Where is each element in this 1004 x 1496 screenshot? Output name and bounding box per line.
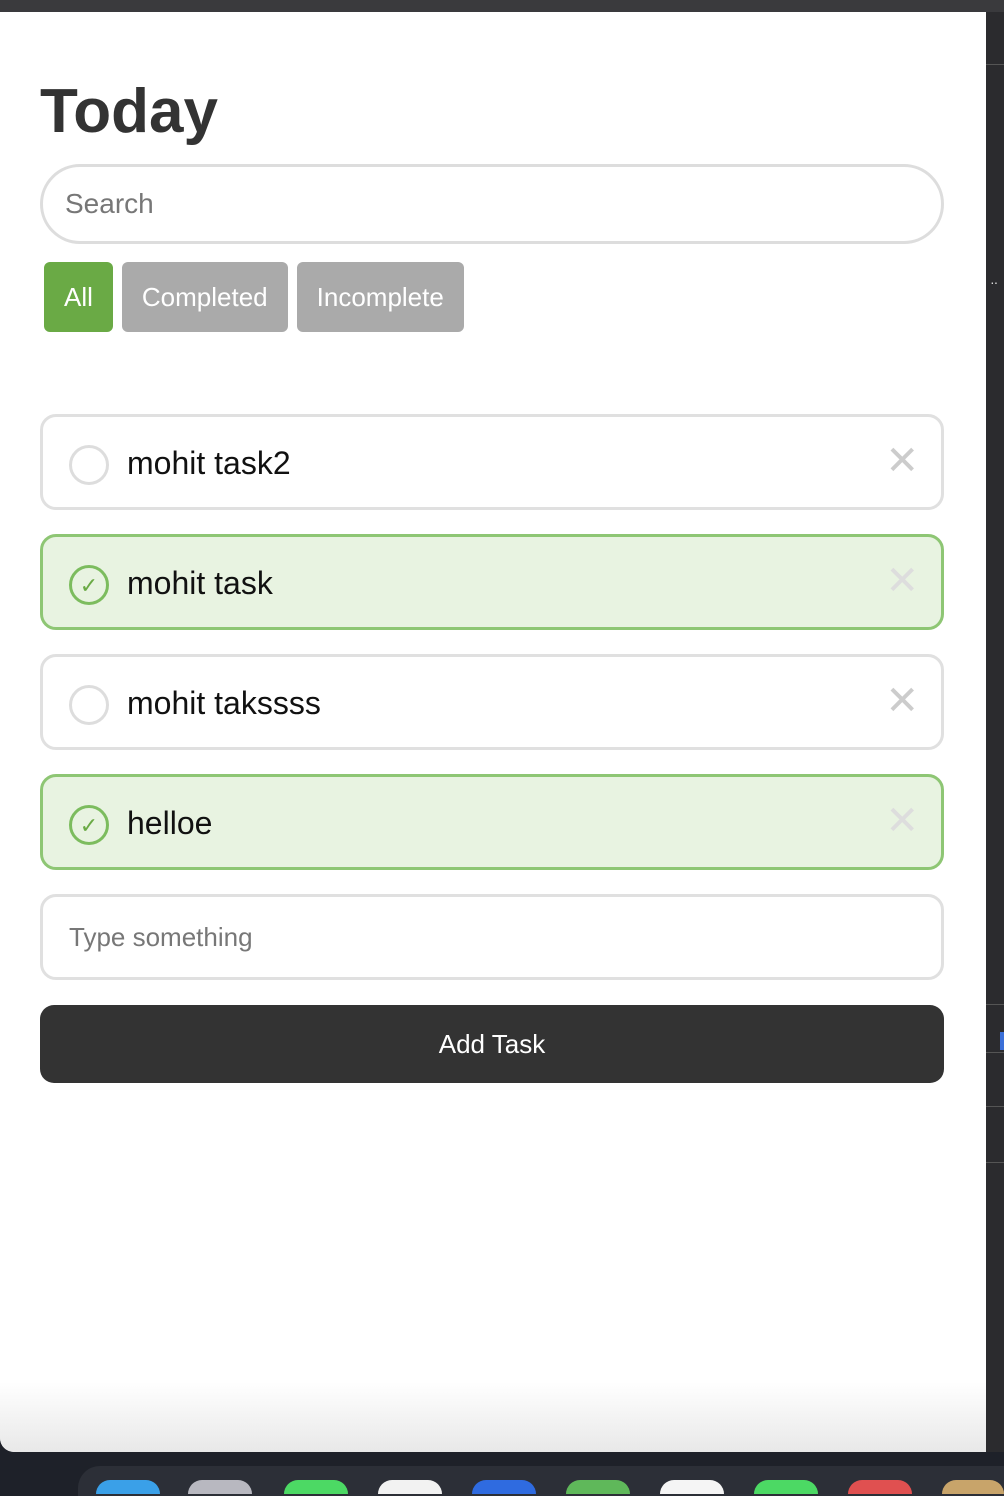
close-icon[interactable]: ✕ (885, 561, 919, 601)
close-icon[interactable]: ✕ (885, 441, 919, 481)
dock-app-icon[interactable] (566, 1480, 630, 1494)
dock-app-icon[interactable] (378, 1480, 442, 1494)
task-label: mohit task2 (127, 445, 291, 481)
task-item[interactable]: mohit task2 ✕ (40, 414, 944, 510)
window-bottom-shadow (0, 1382, 986, 1452)
filter-incomplete-button[interactable]: Incomplete (296, 262, 464, 332)
edge-divider (986, 1162, 1004, 1163)
close-icon[interactable]: ✕ (885, 681, 919, 721)
dock-app-icon[interactable] (284, 1480, 348, 1494)
filter-all-button[interactable]: All (44, 262, 113, 332)
dock-app-icon[interactable] (848, 1480, 912, 1494)
page-title: Today (40, 77, 218, 146)
close-icon[interactable]: ✕ (885, 801, 919, 841)
dock-app-icon[interactable] (942, 1480, 1004, 1494)
browser-top-bar (0, 0, 1004, 12)
more-dots-icon: ·· (990, 274, 998, 290)
task-item[interactable]: ✓ mohit task ✕ (40, 534, 944, 630)
filter-completed-button[interactable]: Completed (121, 262, 288, 332)
add-task-button[interactable]: Add Task (40, 1005, 944, 1083)
dock-app-icon[interactable] (96, 1480, 160, 1494)
search-input[interactable] (40, 164, 944, 244)
checkmark-icon[interactable]: ✓ (69, 805, 109, 845)
task-item[interactable]: ✓ helloe ✕ (40, 774, 944, 870)
task-item[interactable]: mohit takssss ✕ (40, 654, 944, 750)
edge-divider (986, 64, 1004, 65)
task-label: helloe (127, 805, 213, 841)
dock-app-icon[interactable] (188, 1480, 252, 1494)
filter-bar: All Completed Incomplete (44, 262, 464, 332)
edge-divider (986, 1052, 1004, 1053)
task-label: mohit takssss (127, 685, 321, 721)
task-checkbox[interactable] (69, 445, 109, 485)
checkmark-icon[interactable]: ✓ (69, 565, 109, 605)
dock-app-icon[interactable] (472, 1480, 536, 1494)
dock-app-icon[interactable] (660, 1480, 724, 1494)
edge-marker (1000, 1032, 1004, 1050)
dock-app-icon[interactable] (754, 1480, 818, 1494)
task-checkbox[interactable] (69, 685, 109, 725)
task-label: mohit task (127, 565, 273, 601)
new-task-input[interactable] (40, 894, 944, 980)
edge-divider (986, 1004, 1004, 1005)
todo-app-window: Today All Completed Incomplete mohit tas… (0, 12, 986, 1452)
adjacent-window-edge: ·· (986, 12, 1004, 1452)
edge-divider (986, 1106, 1004, 1107)
